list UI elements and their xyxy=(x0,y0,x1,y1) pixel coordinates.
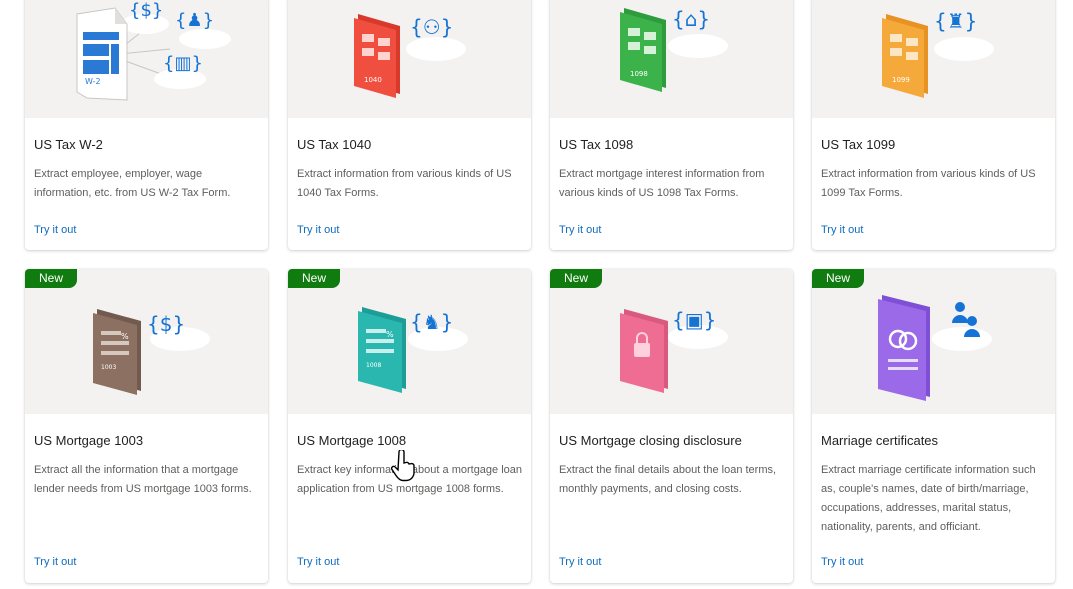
svg-text:{⚇}: {⚇} xyxy=(410,15,453,39)
svg-text:1098: 1098 xyxy=(630,70,648,78)
card-title: Marriage certificates xyxy=(821,433,939,448)
dollar-icon: {$} xyxy=(129,0,163,21)
dollar-icon: {$} xyxy=(147,312,185,336)
card-illustration: % 1008 {♞} xyxy=(288,269,531,414)
card-title: US Tax W-2 xyxy=(34,137,103,152)
svg-text:1099: 1099 xyxy=(892,76,910,84)
1008-document-icon: % 1008 xyxy=(358,307,406,393)
lock-document-icon xyxy=(620,309,668,393)
person-icon: {♟} xyxy=(175,10,214,31)
card-us-mortgage-1003[interactable]: New % 1003 {$} US Mortgage 1003 Extract … xyxy=(25,269,268,583)
card-us-tax-1099[interactable]: 1099 {♜} US Tax 1099 Extract information… xyxy=(812,0,1055,250)
card-title: US Mortgage 1003 xyxy=(34,433,144,448)
new-badge: New xyxy=(550,269,603,288)
1003-document-icon: % 1003 xyxy=(93,309,141,395)
try-it-out-link[interactable]: Try it out xyxy=(559,556,601,568)
card-title: US Mortgage closing disclosure xyxy=(559,433,742,448)
new-badge: New xyxy=(25,269,78,288)
card-description: Extract information from various kinds o… xyxy=(297,168,512,199)
1099-document-icon: 1099 xyxy=(882,14,928,98)
card-us-tax-w2[interactable]: W-2 {$} {♟} {▥} US Tax W-2 Extract emplo… xyxy=(25,0,268,250)
card-us-mortgage-1008[interactable]: New % 1008 {♞} US Mortgage 1008 Extract … xyxy=(288,269,531,583)
card-us-tax-1040[interactable]: 1040 {⚇} US Tax 1040 Extract information… xyxy=(288,0,531,250)
svg-text:{♜}: {♜} xyxy=(934,9,977,33)
card-description: Extract information from various kinds o… xyxy=(821,168,1036,199)
card-title: US Tax 1098 xyxy=(559,137,634,152)
card-us-tax-1098[interactable]: 1098 {⌂} US Tax 1098 Extract mortgage in… xyxy=(550,0,793,250)
svg-text:%: % xyxy=(386,330,394,339)
hand-person-icon: {♞} xyxy=(410,310,453,334)
card-title: US Tax 1099 xyxy=(821,137,896,152)
svg-text:{▣}: {▣} xyxy=(672,308,716,332)
certificate-document-icon xyxy=(878,295,930,401)
try-it-out-link[interactable]: Try it out xyxy=(821,556,863,568)
lock-icon: {▣} xyxy=(672,308,716,332)
people-icon: {⚇} xyxy=(410,15,453,39)
card-title: US Mortgage 1008 xyxy=(297,433,407,448)
card-description: Extract all the information that a mortg… xyxy=(34,464,252,495)
try-it-out-link[interactable]: Try it out xyxy=(34,224,76,236)
card-illustration: 1099 {♜} xyxy=(812,0,1055,118)
model-card-grid: W-2 {$} {♟} {▥} US Tax W-2 Extract emplo… xyxy=(0,0,1073,589)
card-description: Extract mortgage interest information fr… xyxy=(559,168,765,199)
svg-text:{♟}: {♟} xyxy=(175,10,214,31)
briefcase-person-icon: {♜} xyxy=(934,9,977,33)
svg-text:{⌂}: {⌂} xyxy=(672,7,710,31)
house-icon: {⌂} xyxy=(672,7,710,31)
svg-text:%: % xyxy=(121,332,129,341)
svg-text:1003: 1003 xyxy=(101,364,116,371)
card-marriage-certificates[interactable]: New Marriage certificates Extract marria… xyxy=(812,269,1055,583)
w2-document-icon: W-2 xyxy=(76,7,128,101)
card-illustration xyxy=(812,269,1055,414)
new-badge: New xyxy=(288,269,341,288)
card-us-mortgage-closing-disclosure[interactable]: New {▣} US Mortgage closing disclosure E… xyxy=(550,269,793,583)
card-illustration: 1040 {⚇} xyxy=(288,0,531,118)
card-illustration: W-2 {$} {♟} {▥} xyxy=(25,0,268,118)
card-illustration: {▣} xyxy=(550,269,793,414)
svg-text:{$}: {$} xyxy=(129,0,163,21)
svg-text:{♞}: {♞} xyxy=(410,310,453,334)
svg-text:1040: 1040 xyxy=(364,76,382,84)
svg-text:{$}: {$} xyxy=(147,312,185,336)
1040-document-icon: 1040 xyxy=(354,14,400,98)
svg-text:W-2: W-2 xyxy=(85,77,101,86)
svg-text:1008: 1008 xyxy=(366,362,381,369)
card-description: Extract employee, employer, wage informa… xyxy=(34,168,231,199)
1098-document-icon: 1098 xyxy=(620,8,666,92)
card-title: US Tax 1040 xyxy=(297,137,372,152)
new-badge: New xyxy=(812,269,865,288)
try-it-out-link[interactable]: Try it out xyxy=(297,556,339,568)
try-it-out-link[interactable]: Try it out xyxy=(297,224,339,236)
building-icon: {▥} xyxy=(163,53,203,74)
card-illustration: 1098 {⌂} xyxy=(550,0,793,118)
card-description: Extract the final details about the loan… xyxy=(559,464,777,495)
try-it-out-link[interactable]: Try it out xyxy=(559,224,601,236)
hand-pointer-cursor xyxy=(390,448,417,487)
card-description: Extract marriage certificate information… xyxy=(821,464,1036,533)
try-it-out-link[interactable]: Try it out xyxy=(34,556,76,568)
try-it-out-link[interactable]: Try it out xyxy=(821,224,863,236)
card-illustration: % 1003 {$} xyxy=(25,269,268,414)
svg-text:{▥}: {▥} xyxy=(163,53,203,74)
